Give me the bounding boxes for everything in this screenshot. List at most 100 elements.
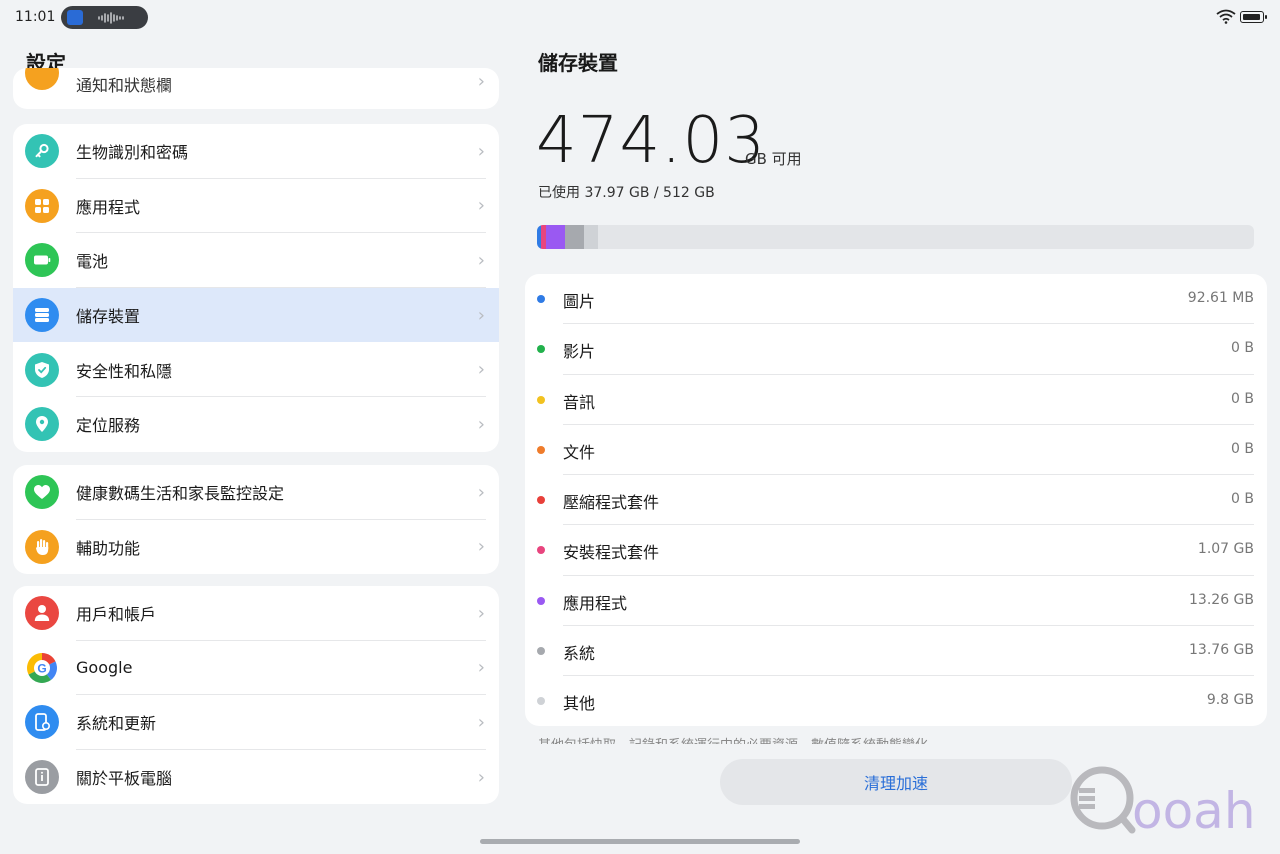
settings-item-notifications[interactable]: 通知和狀態欄 › — [13, 68, 499, 109]
category-size: 9.8 GB — [1206, 692, 1254, 709]
settings-item-accessibility[interactable]: 輔助功能 › — [13, 520, 499, 575]
storage-category-row[interactable]: 音訊 0 B — [525, 375, 1267, 425]
chevron-right-icon: › — [477, 413, 485, 435]
key-icon — [25, 134, 59, 169]
apps-icon — [25, 188, 59, 223]
google-icon: G — [25, 650, 59, 685]
heart-icon — [25, 475, 59, 510]
watermark-logo: ooah — [1070, 766, 1256, 836]
settings-item-label: 定位服務 — [76, 416, 141, 436]
settings-group-3: 用戶和帳戶 › G Google › 系統和更新 › 關於平板電腦 › — [13, 586, 499, 805]
category-color-dot — [537, 697, 545, 706]
svg-text:G: G — [37, 661, 46, 675]
settings-item-label: 應用程式 — [76, 197, 141, 217]
category-color-dot — [537, 596, 545, 605]
live-activity-pill[interactable] — [61, 6, 148, 29]
info-icon — [25, 760, 59, 795]
clean-up-button[interactable]: 清理加速 — [720, 759, 1072, 805]
category-color-dot — [537, 395, 545, 404]
chevron-right-icon: › — [477, 766, 485, 788]
usage-bar-segment — [584, 225, 598, 249]
storage-category-row[interactable]: 影片 0 B — [525, 324, 1267, 375]
storage-category-row[interactable]: 壓縮程式套件 0 B — [525, 475, 1267, 526]
battery-icon — [25, 243, 59, 278]
settings-item-security-privacy[interactable]: 安全性和私隱 › — [13, 342, 499, 397]
category-size: 92.61 MB — [1187, 290, 1254, 306]
settings-item-label: Google — [76, 658, 133, 678]
storage-usage-bar — [537, 225, 1254, 249]
chevron-right-icon: › — [477, 71, 485, 92]
chevron-right-icon: › — [477, 195, 485, 217]
settings-item-battery[interactable]: 電池 › — [13, 233, 499, 288]
category-size: 0 B — [1231, 390, 1254, 407]
category-size: 13.76 GB — [1189, 642, 1254, 659]
battery-status-icon — [1240, 11, 1267, 23]
storage-category-list: 圖片 92.61 MB 影片 0 B 音訊 0 B 文件 0 B 壓縮程式套件 0 B 安裝程式套件… — [525, 274, 1267, 726]
other-storage-note: 其他包括快取、記錄和系統運行中的必要資源。數值隨系統動態變化。 — [538, 734, 998, 744]
category-color-dot — [537, 295, 545, 303]
settings-item-label: 電池 — [76, 252, 109, 272]
usage-bar-segment — [564, 225, 585, 249]
system-update-icon — [25, 705, 59, 740]
settings-group-1: 生物識別和密碼 › 應用程式 › 電池 › 儲存裝置 › 安全性和私隱 › 定位… — [13, 124, 499, 452]
settings-item-biometrics[interactable]: 生物識別和密碼 › — [13, 124, 499, 179]
user-icon — [25, 596, 59, 631]
storage-category-row[interactable]: 安裝程式套件 1.07 GB — [525, 525, 1267, 576]
category-size: 0 B — [1231, 440, 1254, 457]
settings-item-google[interactable]: G Google › — [13, 641, 499, 696]
settings-item-location[interactable]: 定位服務 › — [13, 397, 499, 452]
category-color-dot — [537, 445, 545, 454]
used-storage-text: 已使用 37.97 GB / 512 GB — [538, 185, 715, 201]
settings-item-about-tablet[interactable]: 關於平板電腦 › — [13, 750, 499, 805]
home-indicator[interactable] — [480, 839, 800, 844]
storage-category-row[interactable]: 文件 0 B — [525, 425, 1267, 476]
category-name: 其他 — [563, 694, 596, 714]
settings-item-label: 系統和更新 — [76, 714, 157, 734]
category-name: 應用程式 — [563, 593, 628, 613]
category-size: 1.07 GB — [1197, 541, 1254, 558]
app-thumbnail-icon — [67, 10, 83, 25]
chevron-right-icon: › — [477, 304, 485, 326]
category-color-dot — [537, 345, 545, 354]
storage-category-row[interactable]: 系統 13.76 GB — [525, 626, 1267, 677]
category-color-dot — [537, 496, 545, 505]
settings-group-2: 健康數碼生活和家長監控設定 › 輔助功能 › — [13, 465, 499, 575]
category-name: 音訊 — [563, 392, 596, 412]
chevron-right-icon: › — [477, 359, 485, 381]
settings-item-label: 健康數碼生活和家長監控設定 — [76, 484, 285, 504]
settings-item-label: 輔助功能 — [76, 538, 141, 558]
chevron-right-icon: › — [477, 602, 485, 624]
settings-item-storage[interactable]: 儲存裝置 › — [13, 287, 499, 343]
settings-item-label: 儲存裝置 — [76, 307, 141, 327]
chevron-right-icon: › — [477, 657, 485, 679]
storage-category-row[interactable]: 應用程式 13.26 GB — [525, 576, 1267, 627]
hand-icon — [25, 529, 59, 564]
svg-text:ooah: ooah — [1132, 782, 1256, 836]
chevron-right-icon: › — [477, 249, 485, 271]
status-bar: 11:01 — [0, 0, 1280, 34]
available-storage-unit: GB 可用 — [745, 150, 802, 168]
status-time: 11:01 — [15, 9, 56, 25]
settings-item-label: 通知和狀態欄 — [76, 76, 173, 95]
settings-item-digital-balance[interactable]: 健康數碼生活和家長監控設定 › — [13, 465, 499, 520]
category-name: 文件 — [563, 442, 596, 462]
settings-item-label: 安全性和私隱 — [76, 361, 173, 381]
location-icon — [25, 407, 59, 442]
settings-item-label: 關於平板電腦 — [76, 769, 173, 789]
usage-bar-segment — [546, 225, 565, 249]
settings-item-system-update[interactable]: 系統和更新 › — [13, 695, 499, 750]
settings-item-apps[interactable]: 應用程式 › — [13, 179, 499, 234]
category-name: 安裝程式套件 — [563, 543, 660, 563]
wifi-icon — [1216, 9, 1236, 24]
category-name: 系統 — [563, 644, 596, 664]
storage-category-row[interactable]: 其他 9.8 GB — [525, 676, 1267, 726]
settings-item-users-accounts[interactable]: 用戶和帳戶 › — [13, 586, 499, 641]
storage-category-row[interactable]: 圖片 92.61 MB — [525, 274, 1267, 325]
chevron-right-icon: › — [477, 536, 485, 558]
settings-group-partial: 通知和狀態欄 › — [13, 68, 499, 109]
category-size: 0 B — [1231, 340, 1254, 357]
category-name: 壓縮程式套件 — [563, 493, 660, 513]
chevron-right-icon: › — [477, 481, 485, 503]
chevron-right-icon: › — [477, 140, 485, 162]
storage-icon — [25, 298, 59, 333]
